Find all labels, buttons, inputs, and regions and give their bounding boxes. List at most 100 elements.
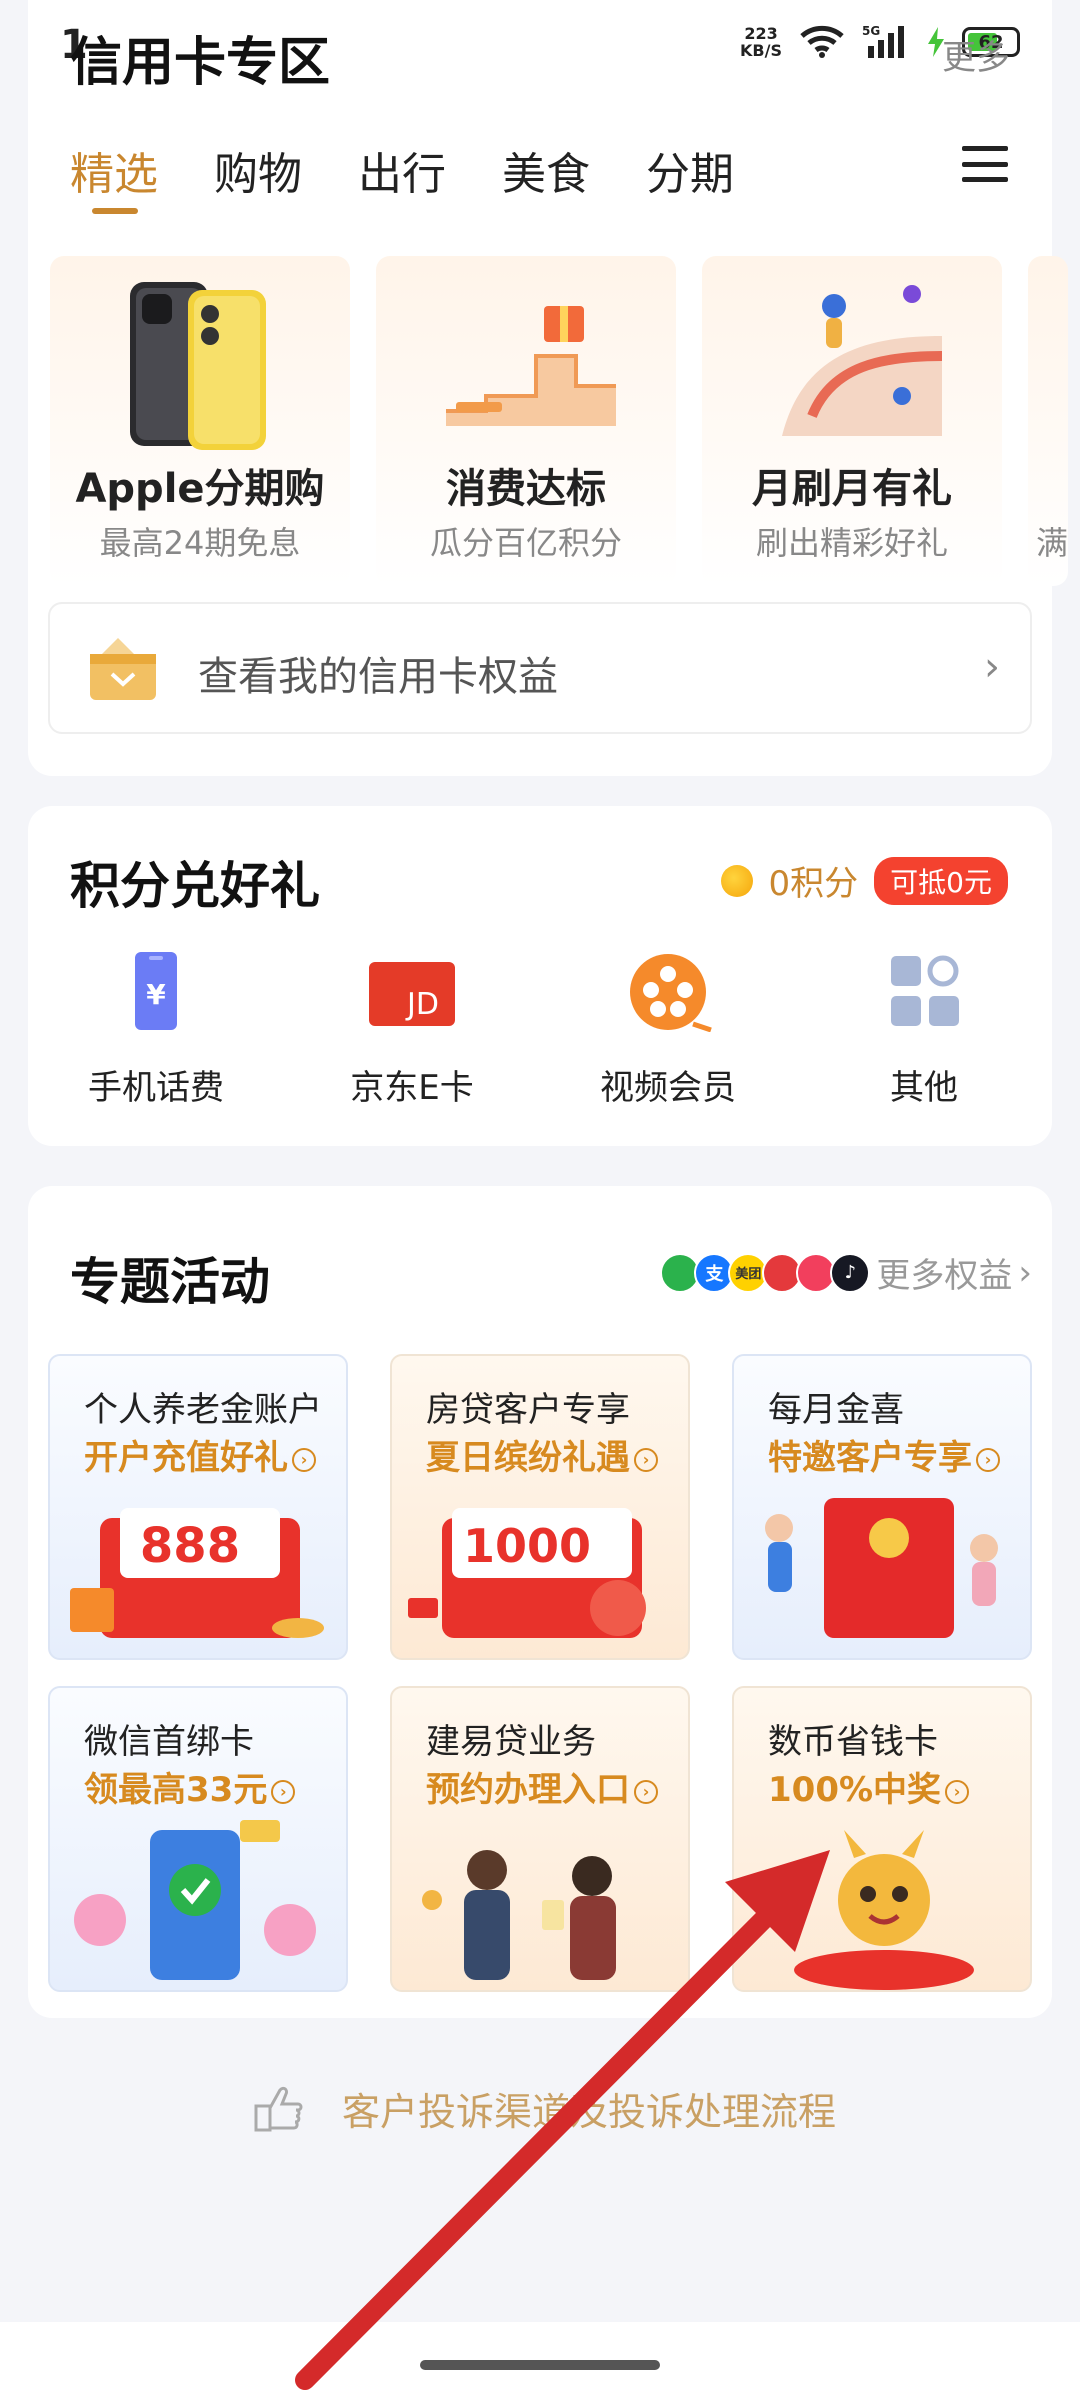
network-speed-unit: KB/S <box>740 41 782 60</box>
arrow-circle-icon: › <box>945 1779 970 1804</box>
points-title: 积分兑好礼 <box>70 857 320 915</box>
activity-mortgage-exclusive[interactable]: 房贷客户专享 夏日缤纷礼遇 › 1000 <box>390 1354 690 1660</box>
promo-subtitle: 满 <box>1036 524 1068 562</box>
navigation-bar <box>0 2322 1080 2400</box>
activity-subtitle: 特邀客户专享 › <box>768 1430 1000 1479</box>
activity-title: 每月金喜 <box>768 1390 904 1430</box>
page-title: 信用卡专区 <box>70 33 331 93</box>
deduct-badge: 可抵0元 <box>874 856 1008 905</box>
red-envelope-illustration: 1000 <box>408 1508 646 1638</box>
promo-subtitle: 最高24期免息 <box>99 524 301 562</box>
promo-apple-installment[interactable]: Apple分期购 最高24期免息 <box>50 256 350 586</box>
tab-featured[interactable]: 精选 <box>70 138 158 214</box>
activity-subtitle-text: 领最高33元 <box>84 1770 268 1810</box>
promo-title: 消费达标 <box>446 466 606 512</box>
network-speed: 223 KB/S <box>740 25 782 59</box>
home-indicator[interactable] <box>420 2360 660 2370</box>
activities-title: 专题活动 <box>70 1253 270 1311</box>
activity-amount: 888 <box>140 1518 240 1574</box>
promo-spending-target[interactable]: 消费达标 瓜分百亿积分 <box>376 256 676 586</box>
exchange-other[interactable]: 其他 <box>796 952 1052 1109</box>
activity-jianyidai[interactable]: 建易贷业务 预约办理入口 › <box>390 1686 690 1992</box>
promo-subtitle: 刷出精彩好礼 <box>755 524 948 562</box>
chevron-right-icon: › <box>1018 1252 1032 1293</box>
activity-subtitle-text: 夏日缤纷礼遇 <box>426 1438 630 1478</box>
activity-subtitle: 领最高33元 › <box>84 1762 296 1811</box>
arrow-circle-icon: › <box>976 1447 1000 1472</box>
points-exchange-card: 积分兑好礼 0积分 可抵0元 ¥ 手机话费 JD 京东E卡 视频会员 其他 <box>28 806 1052 1146</box>
exchange-phone-bill[interactable]: ¥ 手机话费 <box>28 952 284 1109</box>
my-card-rights-label: 查看我的信用卡权益 <box>198 654 558 700</box>
activity-subtitle-text: 特邀客户专享 <box>768 1438 972 1478</box>
activity-subtitle-text: 开户充值好礼 <box>84 1438 288 1478</box>
exchange-video-vip[interactable]: 视频会员 <box>540 952 796 1109</box>
bank-staff-illustration <box>422 1850 616 1980</box>
arrow-circle-icon: › <box>634 1447 658 1472</box>
dragon-mascot-illustration <box>794 1830 974 1990</box>
more-rights-link[interactable]: 支 美团 ♪ 更多权益 › <box>660 1248 1032 1297</box>
coin-icon <box>720 864 753 897</box>
promo-row: Apple分期购 最高24期免息 消费达标 瓜分百亿积分 月刷月有礼 刷出精彩好… <box>50 256 1068 586</box>
points-balance: 0积分 <box>768 864 859 904</box>
activity-title: 个人养老金账户 <box>84 1390 322 1430</box>
svg-text:¥: ¥ <box>146 978 166 1011</box>
tab-shopping[interactable]: 购物 <box>214 138 302 202</box>
exchange-label: 手机话费 <box>88 1068 224 1108</box>
activity-title: 建易贷业务 <box>426 1722 596 1762</box>
activity-subtitle-text: 预约办理入口 <box>426 1770 630 1810</box>
skater-illustration <box>782 285 943 436</box>
gift-people-illustration <box>765 1498 998 1638</box>
activity-subtitle: 夏日缤纷礼遇 › <box>426 1430 658 1479</box>
promo-title: 月刷月有礼 <box>752 466 952 512</box>
phone-bill-icon: ¥ <box>135 952 177 1030</box>
activity-pension-account[interactable]: 个人养老金账户 开户充值好礼 › 888 <box>48 1354 348 1660</box>
more-rights-label: 更多权益 <box>876 1256 1013 1296</box>
activity-amount: 1000 <box>463 1519 591 1573</box>
promo-subtitle: 瓜分百亿积分 <box>429 524 622 562</box>
exchange-label: 其他 <box>890 1068 958 1108</box>
exchange-options: ¥ 手机话费 JD 京东E卡 视频会员 其他 <box>28 952 1052 1109</box>
jd-card-icon: JD <box>369 962 455 1026</box>
activity-subtitle-text: 100%中奖 <box>768 1770 942 1810</box>
activity-subtitle: 开户充值好礼 › <box>84 1430 316 1479</box>
promo-peek[interactable]: 满 <box>1028 256 1068 586</box>
arrow-circle-icon: › <box>292 1447 316 1472</box>
chevron-right-icon: › <box>984 644 1000 690</box>
tab-installment[interactable]: 分期 <box>646 138 734 202</box>
promo-title: Apple分期购 <box>75 466 325 512</box>
phones-illustration <box>130 282 266 450</box>
activity-subtitle: 100%中奖 › <box>768 1762 970 1811</box>
activity-subtitle: 预约办理入口 › <box>426 1762 658 1811</box>
tiktok-icon: ♪ <box>830 1252 871 1293</box>
tab-food[interactable]: 美食 <box>502 138 590 202</box>
more-link[interactable]: 更多 <box>942 30 1010 79</box>
exchange-label: 视频会员 <box>600 1068 736 1108</box>
wifi-icon <box>800 25 844 58</box>
activity-title: 房贷客户专享 <box>426 1390 630 1430</box>
activity-digital-currency-card[interactable]: 数币省钱卡 100%中奖 › <box>732 1686 1032 1992</box>
wallet-icon <box>90 638 156 700</box>
activity-title: 微信首绑卡 <box>84 1722 254 1762</box>
phone-flowers-illustration <box>74 1820 316 1980</box>
arrow-circle-icon: › <box>271 1779 296 1804</box>
special-activities-card: 专题活动 支 美团 ♪ 更多权益 › 个人养老金账户 开户充值好礼 › 888 房… <box>28 1186 1052 2018</box>
pointing-hand-icon <box>254 2086 303 2132</box>
my-card-rights-bar[interactable]: 查看我的信用卡权益 › <box>48 602 1032 734</box>
status-bar: 1 信用卡专区 223 KB/S 5G 62 更多 <box>0 0 1080 100</box>
grid-apps-icon <box>891 955 959 1026</box>
video-reel-icon <box>630 954 712 1033</box>
activity-grid: 个人养老金账户 开户充值好礼 › 888 房贷客户专享 夏日缤纷礼遇 › 1000 <box>48 1354 1032 1992</box>
signal-icon: 5G <box>862 24 904 58</box>
exchange-label: 京东E卡 <box>350 1068 474 1108</box>
exchange-jd-card[interactable]: JD 京东E卡 <box>284 952 540 1109</box>
complaint-channel-link[interactable]: 客户投诉渠道及投诉处理流程 <box>250 2080 836 2136</box>
signal-5g-label: 5G <box>862 24 880 38</box>
activity-title: 数币省钱卡 <box>768 1722 938 1762</box>
activity-wechat-first-bind[interactable]: 微信首绑卡 领最高33元 › <box>48 1686 348 1992</box>
arrow-circle-icon: › <box>634 1779 658 1804</box>
promo-monthly-gift[interactable]: 月刷月有礼 刷出精彩好礼 <box>702 256 1002 586</box>
activity-monthly-gold[interactable]: 每月金喜 特邀客户专享 › <box>732 1354 1032 1660</box>
points-info: 0积分 可抵0元 <box>720 856 1008 905</box>
tab-travel[interactable]: 出行 <box>358 138 446 202</box>
menu-icon[interactable] <box>962 146 1008 182</box>
